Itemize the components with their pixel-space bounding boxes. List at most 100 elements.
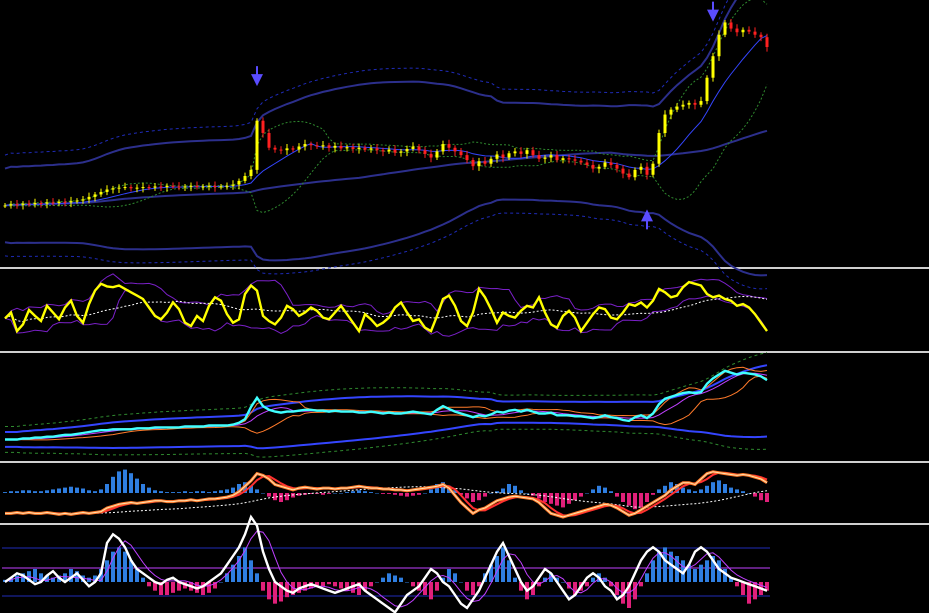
histogram-bar [345, 492, 349, 493]
candle-body [69, 201, 73, 203]
histogram-bar [735, 489, 739, 493]
histogram-bar [711, 482, 715, 493]
histogram-bar [387, 573, 391, 582]
histogram-bar [657, 489, 661, 493]
candle-body [555, 155, 559, 161]
candle-body [537, 155, 541, 159]
rsi-line [4, 280, 768, 334]
candle-body [345, 147, 349, 149]
histogram-bar [339, 493, 343, 494]
histogram-bar [381, 577, 385, 582]
candle-body [507, 153, 511, 158]
candle-body [21, 203, 25, 205]
candle-body [153, 186, 157, 188]
histogram-bar [87, 490, 91, 493]
histogram-bar [417, 493, 421, 495]
histogram-bar [621, 493, 625, 502]
histogram-bar [75, 487, 79, 493]
histogram-bar [741, 491, 745, 493]
candle-body [45, 202, 49, 204]
histogram-bar [513, 485, 517, 493]
candle-body [747, 29, 751, 32]
candle-body [363, 147, 367, 150]
histogram-bar [255, 573, 259, 582]
histogram-bar [153, 490, 157, 493]
histogram-bar [555, 493, 559, 506]
sell-arrow-stem [712, 1, 714, 12]
candle-body [207, 185, 211, 187]
histogram-bar [765, 493, 769, 502]
candle-body [621, 168, 625, 174]
candle-body [165, 185, 169, 188]
histogram-bar [741, 582, 745, 595]
candle-body [315, 145, 319, 147]
candle-body [93, 194, 97, 197]
histogram-bar [609, 491, 613, 493]
histogram-bar [585, 582, 589, 587]
histogram-bar [183, 491, 187, 493]
panel-separator-4 [0, 523, 929, 525]
panel-separator-2 [0, 351, 929, 353]
candle-body [519, 151, 523, 154]
histogram-bar [201, 491, 205, 493]
histogram-bar [579, 493, 583, 497]
histogram-bar [399, 493, 403, 496]
candle-body [177, 186, 181, 188]
candle-body [663, 114, 667, 133]
histogram-bar [129, 473, 133, 493]
candle-body [429, 153, 433, 158]
histogram-bar [33, 569, 37, 582]
histogram-bar [639, 493, 643, 508]
histogram-bar [39, 491, 43, 493]
buy-arrow-stem [646, 219, 648, 230]
histogram-bar [435, 582, 439, 591]
orange-histogram-panel [3, 469, 769, 519]
histogram-bar [507, 560, 511, 582]
histogram-bar [573, 493, 577, 501]
histogram-bar [465, 582, 469, 591]
histogram-bar [123, 551, 127, 582]
candle-body [117, 187, 121, 189]
histogram-bar [657, 551, 661, 582]
histogram-bar [99, 489, 103, 493]
candle-body [171, 185, 175, 187]
histogram-bar [363, 491, 367, 493]
signal-arrows [251, 1, 719, 230]
candle-body [327, 145, 331, 148]
histogram-bar [141, 484, 145, 493]
histogram-bar [759, 493, 763, 501]
candle-body [459, 151, 463, 156]
candle-body [243, 176, 247, 181]
histogram-bar [447, 569, 451, 582]
candle-body [645, 166, 649, 175]
histogram-bar [585, 493, 589, 494]
histogram-bar [567, 493, 571, 504]
histogram-bar [627, 493, 631, 506]
histogram-bar [279, 493, 283, 502]
histogram-bar [141, 577, 145, 582]
histogram-bar [171, 492, 175, 493]
histogram-bar [357, 490, 361, 493]
candle-body [147, 187, 151, 189]
cyan-outer-upper [5, 352, 768, 427]
histogram-bar [111, 476, 115, 493]
histogram-bar [429, 582, 433, 600]
histogram-bar [327, 582, 331, 585]
candle-body [471, 160, 475, 167]
candle-body [693, 102, 697, 105]
histogram-bar [693, 491, 697, 493]
candle-body [237, 180, 241, 185]
candle-body [435, 151, 439, 158]
histogram-bar [471, 493, 475, 502]
candle-body [549, 155, 553, 158]
histogram-bar [207, 492, 211, 493]
histogram-bar [477, 493, 481, 501]
candle-body [129, 187, 133, 189]
panel-separator-3 [0, 461, 929, 463]
histogram-bar [453, 573, 457, 582]
histogram-bar [705, 485, 709, 493]
histogram-bar [519, 490, 523, 493]
candle-body [441, 144, 445, 152]
histogram-bar [123, 469, 127, 493]
candle-body [9, 204, 13, 206]
